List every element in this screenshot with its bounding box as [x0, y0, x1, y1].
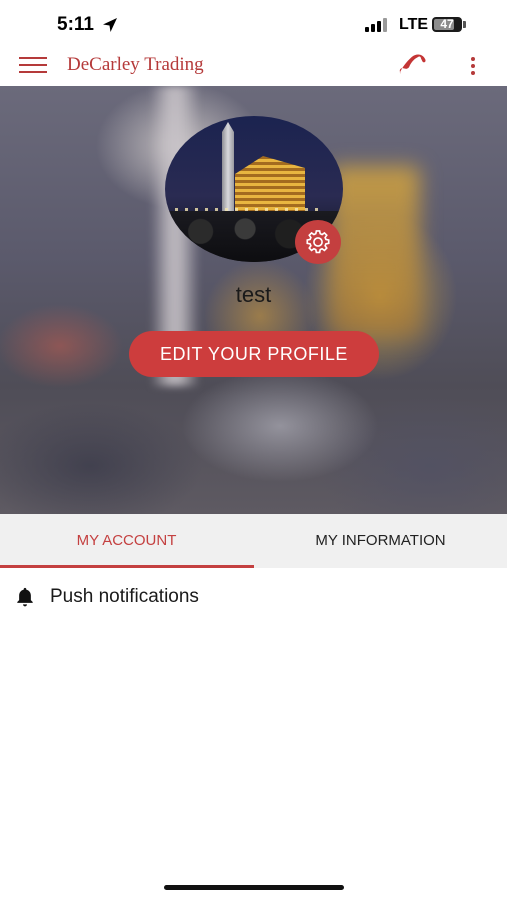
gear-icon: [306, 230, 330, 254]
battery-level: 47: [440, 17, 454, 31]
more-vertical-icon[interactable]: [466, 55, 480, 77]
profile-name: test: [235, 282, 272, 307]
edit-profile-button[interactable]: EDIT YOUR PROFILE: [129, 331, 379, 377]
active-tab-indicator: [0, 565, 254, 568]
push-notifications-row[interactable]: Push notifications: [0, 580, 507, 616]
account-tabs: MY ACCOUNT MY INFORMATION: [0, 514, 507, 568]
tab-my-account[interactable]: MY ACCOUNT: [0, 514, 253, 568]
tab-my-information[interactable]: MY INFORMATION: [254, 514, 507, 568]
bell-icon: [17, 587, 33, 607]
app-bar: DeCarley Trading: [0, 48, 507, 86]
phone-icon[interactable]: [396, 52, 428, 80]
network-label: LTE: [399, 16, 429, 33]
profile-header: test EDIT YOUR PROFILE: [0, 86, 507, 514]
avatar-settings-button[interactable]: [295, 220, 341, 264]
location-arrow-icon: [103, 18, 117, 32]
battery-cap: [463, 21, 466, 28]
signal-icon: [365, 18, 391, 32]
hamburger-menu-icon[interactable]: [19, 56, 47, 74]
push-notifications-label: Push notifications: [50, 586, 199, 607]
app-title: DeCarley Trading: [67, 54, 204, 75]
battery-icon: 47: [432, 17, 462, 32]
status-time: 5:11: [57, 14, 94, 35]
status-bar: 5:11 LTE 47: [0, 0, 507, 48]
home-indicator: [164, 885, 344, 890]
background-hotel: [330, 166, 420, 336]
